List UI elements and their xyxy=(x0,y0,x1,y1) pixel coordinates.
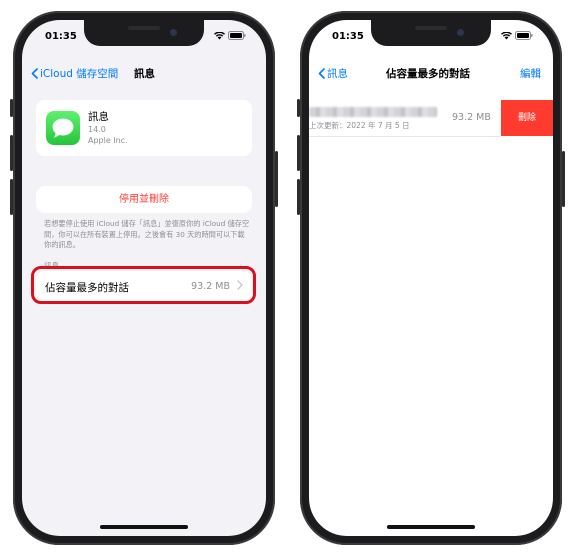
disable-and-delete-label: 停用並刪除 xyxy=(119,194,169,205)
status-icons xyxy=(214,31,246,40)
app-info-card: 訊息 14.0 Apple Inc. xyxy=(36,100,252,156)
conversation-size: 93.2 MB xyxy=(452,112,491,123)
speaker xyxy=(128,26,160,30)
back-button-label: iCloud 儲存空間 xyxy=(40,68,119,80)
chevron-left-icon xyxy=(31,68,38,79)
battery-icon xyxy=(515,31,533,40)
status-icons xyxy=(501,31,533,40)
power-button xyxy=(562,151,565,207)
power-button xyxy=(275,151,278,207)
volume-up-button xyxy=(297,135,300,171)
nav-bar: 訊息 佔容量最多的對話 編輯 xyxy=(309,64,553,86)
status-time: 01:35 xyxy=(45,31,77,42)
delete-button[interactable]: 刪除 xyxy=(501,100,553,136)
app-vendor: Apple Inc. xyxy=(88,136,128,145)
speaker xyxy=(415,26,447,30)
chevron-left-icon xyxy=(318,68,325,79)
wifi-icon xyxy=(214,31,225,39)
disable-footnote: 若想要停止使用 iCloud 儲存「訊息」並復原你的 iCloud 儲存空間，你… xyxy=(44,219,250,249)
page-title: 佔容量最多的對話 xyxy=(386,68,470,80)
mute-switch xyxy=(10,99,13,117)
app-name: 訊息 xyxy=(88,111,109,123)
edit-button[interactable]: 編輯 xyxy=(520,66,541,81)
volume-down-button xyxy=(10,179,13,215)
speech-bubble-icon xyxy=(52,118,74,138)
mute-switch xyxy=(297,99,300,117)
volume-down-button xyxy=(297,179,300,215)
back-button-label: 訊息 xyxy=(327,68,348,80)
notch xyxy=(371,20,491,46)
home-indicator xyxy=(100,525,188,529)
page-title: 訊息 xyxy=(134,68,155,80)
back-button[interactable]: 訊息 xyxy=(318,66,348,81)
battery-icon xyxy=(228,31,246,40)
wifi-icon xyxy=(501,31,512,39)
app-version: 14.0 xyxy=(88,125,106,134)
conversation-row[interactable]: 上次更新：2022 年 7 月 5 日 93.2 MB 刪除 xyxy=(309,100,553,136)
phone-frame-left: 01:35 iCloud 儲存空間 訊息 訊息 14.0 Apple Inc. … xyxy=(10,11,278,545)
screen-messages-storage: 01:35 iCloud 儲存空間 訊息 訊息 14.0 Apple Inc. … xyxy=(22,20,266,536)
disable-and-delete-button[interactable]: 停用並刪除 xyxy=(36,186,252,213)
home-indicator xyxy=(387,525,475,529)
highlight-box xyxy=(31,266,256,304)
status-time: 01:35 xyxy=(332,31,364,42)
volume-up-button xyxy=(10,135,13,171)
camera xyxy=(457,29,464,36)
row-divider xyxy=(309,136,501,137)
phone-frame-right: 01:35 訊息 佔容量最多的對話 編輯 上次更新：2022 年 7 月 5 日… xyxy=(297,11,565,545)
nav-bar: iCloud 儲存空間 訊息 xyxy=(22,64,266,86)
back-button[interactable]: iCloud 儲存空間 xyxy=(31,66,118,81)
last-updated: 上次更新：2022 年 7 月 5 日 xyxy=(309,121,410,130)
camera xyxy=(170,29,177,36)
messages-app-icon xyxy=(46,111,80,145)
screen-top-conversations: 01:35 訊息 佔容量最多的對話 編輯 上次更新：2022 年 7 月 5 日… xyxy=(309,20,553,536)
notch xyxy=(84,20,204,46)
blurred-conversation-name xyxy=(309,107,437,117)
